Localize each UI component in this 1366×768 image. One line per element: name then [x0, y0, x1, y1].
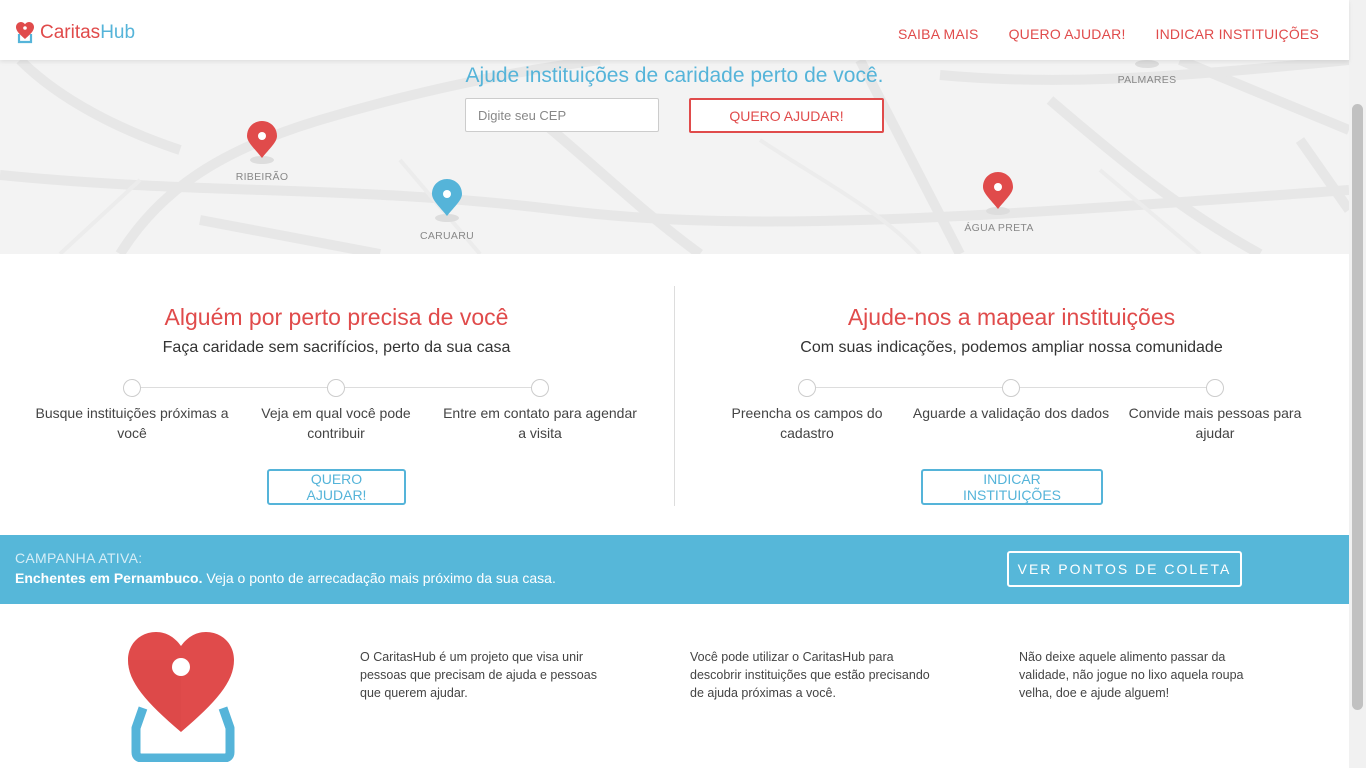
- step-text: Preencha os campos do cadastro: [731, 405, 883, 441]
- footer-text-usage: Você pode utilizar o CaritasHub para des…: [690, 650, 930, 700]
- quero-ajudar-button[interactable]: QUERO AJUDAR!: [267, 469, 406, 505]
- steps-timeline: Busque instituições próximas a você Veja…: [30, 379, 643, 469]
- hero-quero-ajudar-button[interactable]: QUERO AJUDAR!: [689, 98, 884, 133]
- map-label-palmares: PALMARES: [1117, 74, 1177, 86]
- campaign-description: Veja o ponto de arrecadação mais próximo…: [202, 570, 556, 586]
- section-title: Alguém por perto precisa de você: [164, 304, 509, 330]
- nav-link-saiba-mais[interactable]: SAIBA MAIS: [898, 26, 979, 42]
- campaign-text: Enchentes em Pernambuco. Veja o ponto de…: [15, 570, 556, 586]
- section-subtitle: Faça caridade sem sacrifícios, perto da …: [162, 339, 511, 356]
- brand-logo[interactable]: Caritas Hub: [16, 22, 135, 44]
- ver-pontos-de-coleta-button[interactable]: VER PONTOS DE COLETA: [1007, 551, 1242, 587]
- caritashub-logo-icon: [128, 632, 235, 762]
- nav-link-indicar-instituicoes[interactable]: INDICAR INSTITUIÇÕES: [1156, 26, 1319, 42]
- map-pin-shadow-icon: [1135, 60, 1159, 68]
- campaign-label: CAMPANHA ATIVA:: [15, 550, 143, 566]
- step-dot: [798, 379, 816, 397]
- step-dot: [327, 379, 345, 397]
- nav-link-quero-ajudar[interactable]: QUERO AJUDAR!: [1009, 26, 1126, 42]
- step-dot: [1002, 379, 1020, 397]
- campaign-banner: CAMPANHA ATIVA: Enchentes em Pernambuco.…: [0, 535, 1349, 604]
- brand-name-hub: Hub: [100, 22, 136, 43]
- steps-timeline: Preencha os campos do cadastro Aguarde a…: [705, 379, 1318, 469]
- cep-input[interactable]: [465, 98, 659, 132]
- section-subtitle: Com suas indicações, podemos ampliar nos…: [800, 339, 1223, 356]
- step-text: Entre em contato para agendar a visita: [443, 405, 637, 441]
- step-dot: [123, 379, 141, 397]
- navbar: Caritas Hub SAIBA MAIS QUERO AJUDAR! INDI…: [0, 0, 1349, 60]
- nav-links: SAIBA MAIS QUERO AJUDAR! INDICAR INSTITU…: [898, 26, 1319, 42]
- hero-map: Ajude instituições de caridade perto de …: [0, 60, 1349, 254]
- map-pin-icon[interactable]: [429, 178, 465, 224]
- section-map-institutions: Ajude-nos a mapear instituições Com suas…: [705, 286, 1318, 505]
- map-label-ribeirao: RIBEIRÃO: [235, 171, 289, 183]
- brand-name-caritas: Caritas: [40, 22, 101, 43]
- scrollbar-thumb[interactable]: [1352, 104, 1363, 710]
- campaign-headline: Enchentes em Pernambuco.: [15, 570, 203, 586]
- scrollbar[interactable]: [1349, 0, 1366, 768]
- footer-text-about: O CaritasHub é um projeto que visa unir …: [360, 650, 597, 700]
- step-text: Veja em qual você pode contribuir: [261, 405, 411, 441]
- map-background: [0, 60, 1349, 254]
- footer-text-donate: Não deixe aquele alimento passar da vali…: [1019, 650, 1244, 700]
- step-dot: [1206, 379, 1224, 397]
- section-title: Ajude-nos a mapear instituições: [847, 304, 1176, 330]
- map-label-agua-preta: ÁGUA PRETA: [964, 222, 1034, 234]
- indicar-instituicoes-button[interactable]: INDICAR INSTITUIÇÕES: [921, 469, 1103, 505]
- step-text: Aguarde a validação dos dados: [912, 405, 1110, 421]
- map-pin-icon[interactable]: [244, 120, 280, 166]
- section-help-nearby: Alguém por perto precisa de você Faça ca…: [30, 286, 643, 505]
- step-dot: [531, 379, 549, 397]
- heart-pin-icon: [16, 22, 34, 44]
- step-text: Convide mais pessoas para ajudar: [1128, 405, 1302, 441]
- map-label-caruaru: CARUARU: [419, 230, 475, 242]
- map-pin-icon[interactable]: [980, 171, 1016, 217]
- section-divider: [674, 286, 675, 506]
- step-text: Busque instituições próximas a você: [35, 405, 229, 441]
